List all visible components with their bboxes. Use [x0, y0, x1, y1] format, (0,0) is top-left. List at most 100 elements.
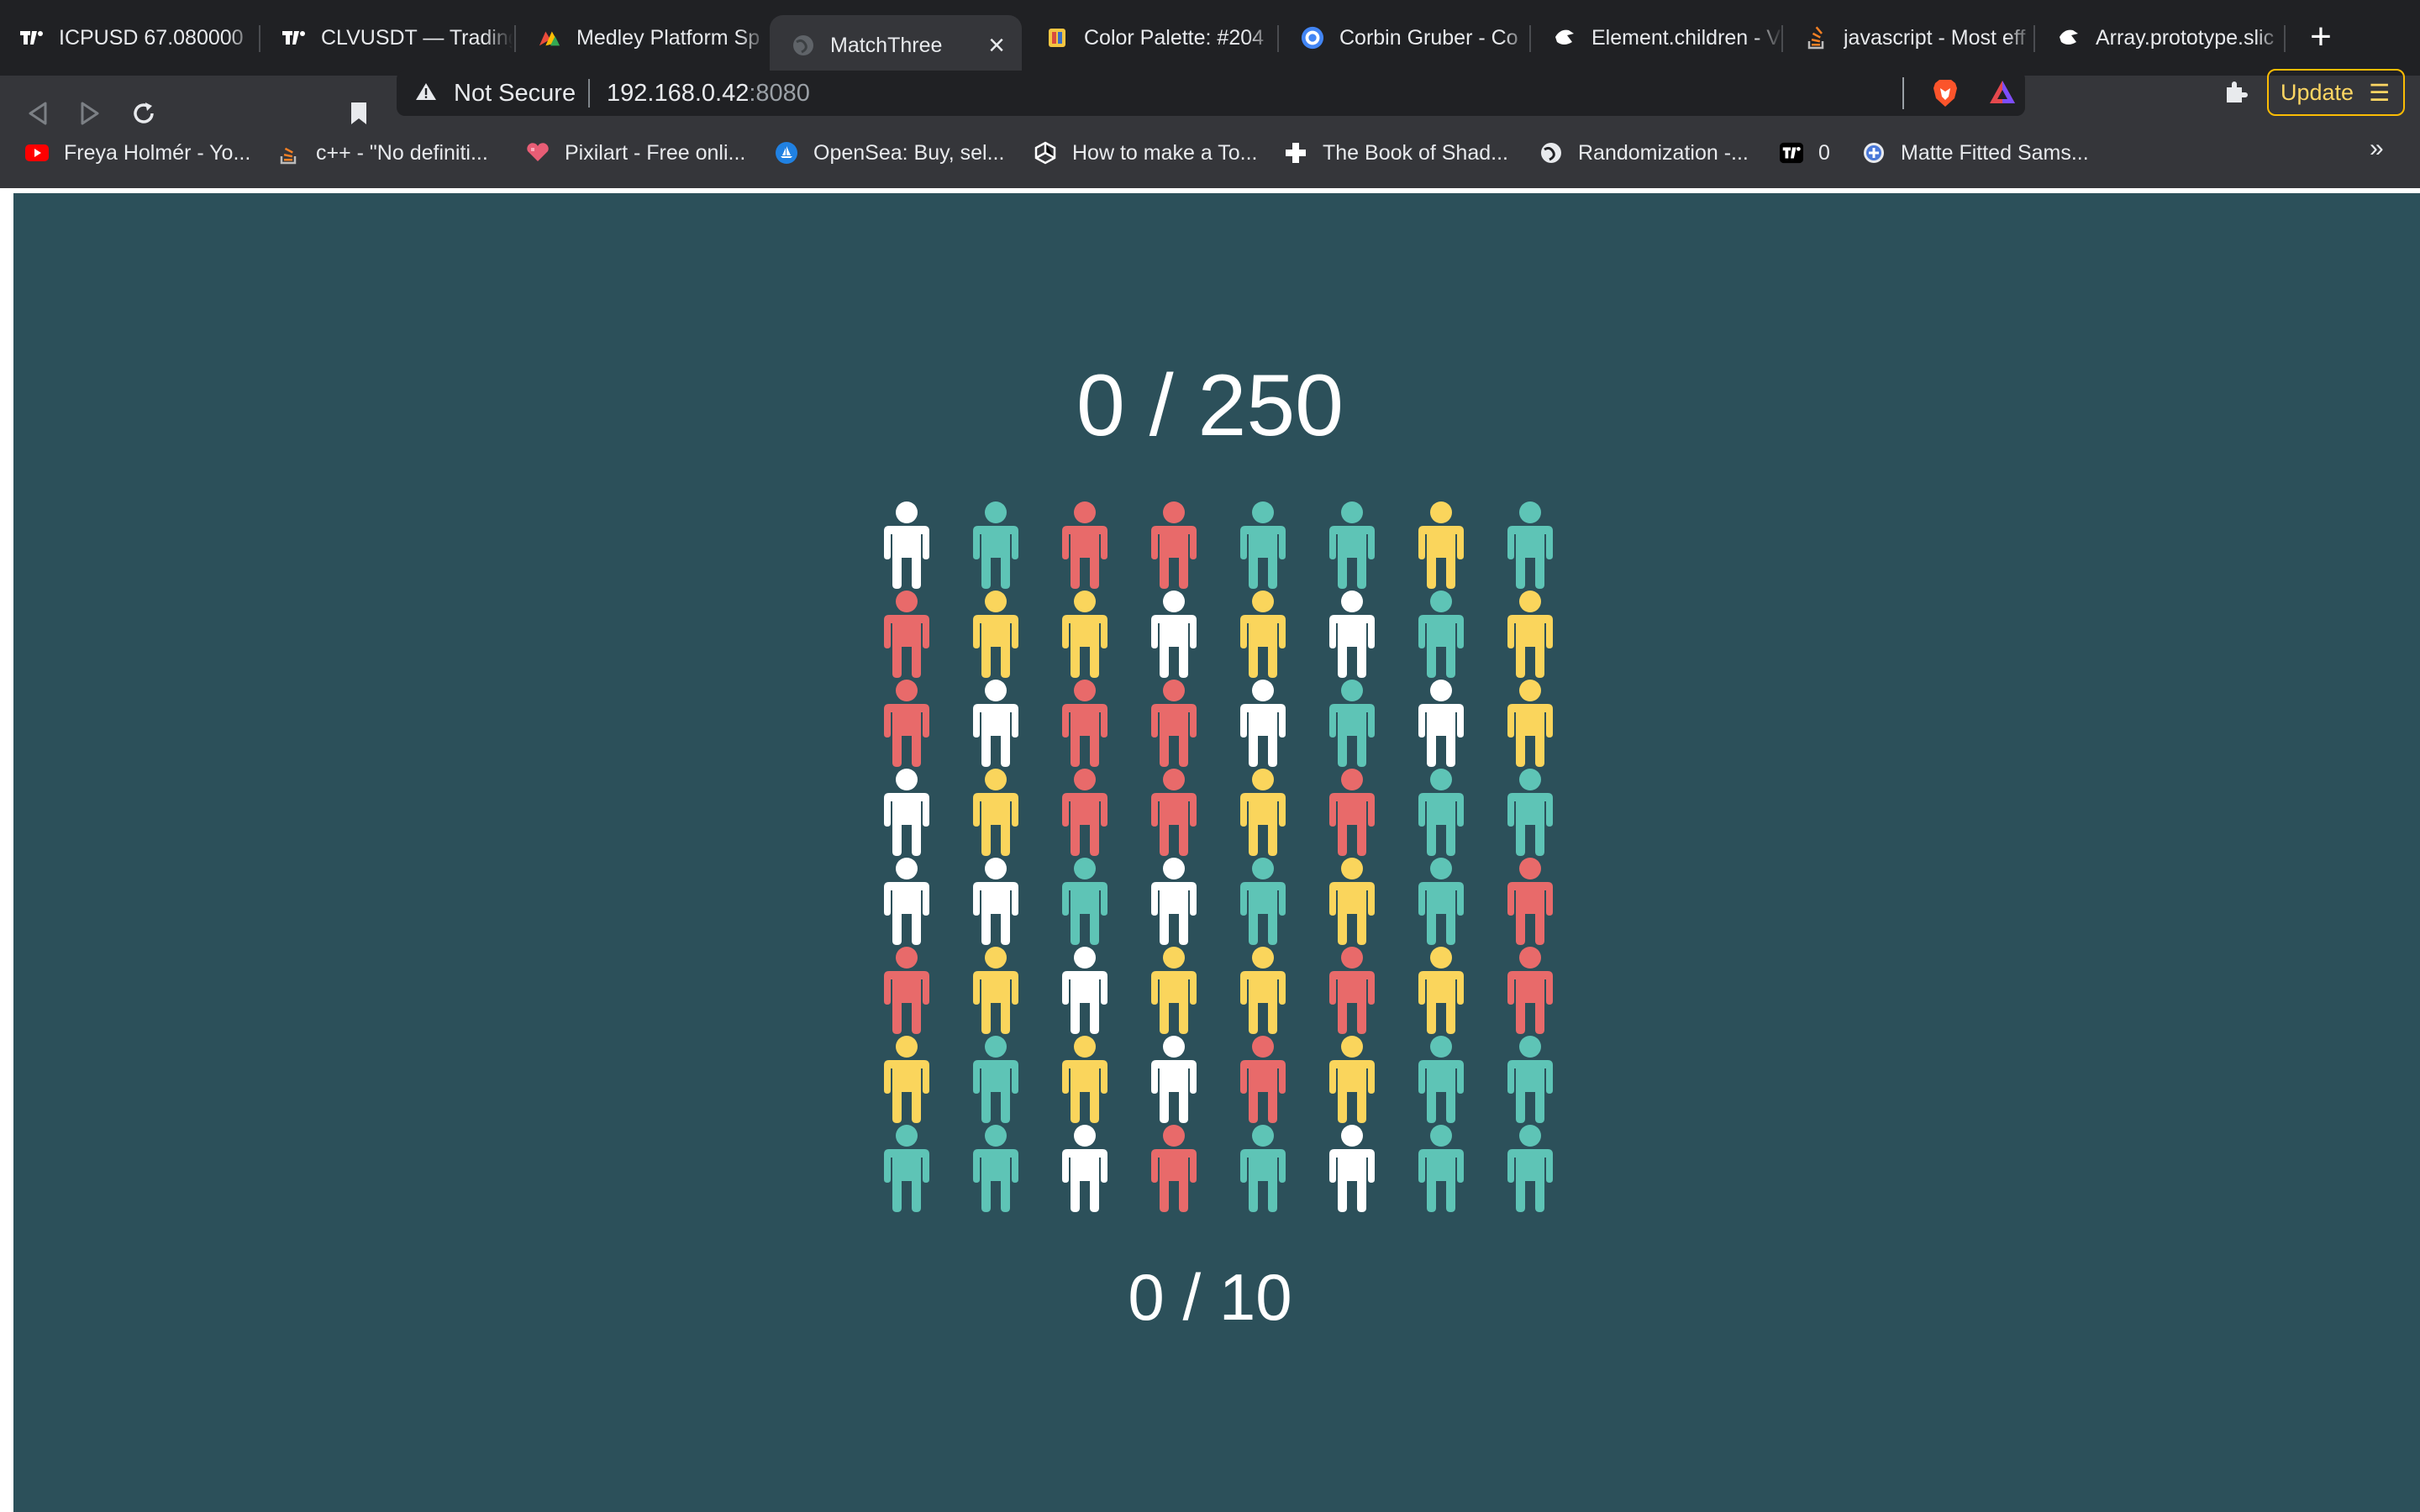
piece-yellow-person[interactable]	[966, 590, 1025, 679]
piece-white-person[interactable]	[1144, 590, 1203, 679]
piece-yellow-person[interactable]	[966, 946, 1025, 1035]
update-button[interactable]: Update ☰	[2267, 69, 2405, 116]
tab-title: Array.prototype.slic	[2096, 25, 2275, 50]
bookmark-item[interactable]: Randomization -...	[1539, 136, 1749, 170]
piece-teal-person[interactable]	[1412, 1035, 1470, 1124]
piece-teal-person[interactable]	[1412, 590, 1470, 679]
piece-yellow-person[interactable]	[1055, 590, 1114, 679]
piece-yellow-person[interactable]	[1055, 1035, 1114, 1124]
piece-white-person[interactable]	[1323, 1124, 1381, 1213]
piece-white-person[interactable]	[1144, 857, 1203, 946]
piece-red-person[interactable]	[877, 590, 936, 679]
piece-yellow-person[interactable]	[966, 768, 1025, 857]
piece-white-person[interactable]	[877, 501, 936, 590]
tab[interactable]: Array.prototype.slic	[2035, 15, 2284, 60]
piece-teal-person[interactable]	[1501, 1035, 1560, 1124]
tab[interactable]: javascript - Most eff	[1783, 15, 2035, 60]
piece-red-person[interactable]	[1055, 501, 1114, 590]
close-icon[interactable]: ×	[988, 29, 1005, 62]
tab[interactable]: ICPUSD 67.080000	[0, 15, 257, 60]
piece-yellow-person[interactable]	[1323, 1035, 1381, 1124]
piece-teal-person[interactable]	[1501, 768, 1560, 857]
tab-active[interactable]: MatchThree ×	[770, 15, 1022, 76]
tab[interactable]: Color Palette: #204	[1023, 15, 1276, 60]
piece-white-person[interactable]	[1144, 1035, 1203, 1124]
piece-red-person[interactable]	[1323, 946, 1381, 1035]
bookmark-item[interactable]: c++ - "No definiti...	[277, 136, 488, 170]
piece-teal-person[interactable]	[1323, 679, 1381, 768]
piece-red-person[interactable]	[877, 679, 936, 768]
piece-yellow-person[interactable]	[877, 1035, 936, 1124]
piece-teal-person[interactable]	[1234, 1124, 1292, 1213]
tab[interactable]: CLVUSDT — Trading	[260, 15, 513, 60]
piece-teal-person[interactable]	[1501, 501, 1560, 590]
bookmark-item[interactable]: Matte Fitted Sams...	[1862, 136, 2089, 170]
piece-red-person[interactable]	[1055, 679, 1114, 768]
piece-red-person[interactable]	[1144, 679, 1203, 768]
more-bookmarks-button[interactable]: »	[2370, 134, 2384, 163]
piece-red-person[interactable]	[1144, 768, 1203, 857]
person-icon	[884, 1125, 929, 1212]
person-icon	[1240, 1125, 1286, 1212]
piece-yellow-person[interactable]	[1323, 857, 1381, 946]
piece-red-person[interactable]	[1501, 857, 1560, 946]
piece-yellow-person[interactable]	[1234, 590, 1292, 679]
piece-teal-person[interactable]	[1412, 857, 1470, 946]
bookmark-item[interactable]: Freya Holmér - Yo...	[25, 136, 250, 170]
bookmark-item[interactable]: Pixilart - Free onli...	[526, 136, 745, 170]
piece-white-person[interactable]	[966, 679, 1025, 768]
piece-teal-person[interactable]	[966, 501, 1025, 590]
piece-teal-person[interactable]	[1412, 1124, 1470, 1213]
tab[interactable]: Element.children - V	[1531, 15, 1783, 60]
piece-red-person[interactable]	[1234, 1035, 1292, 1124]
piece-white-person[interactable]	[1055, 1124, 1114, 1213]
bookmark-item[interactable]: How to make a To...	[1034, 136, 1257, 170]
bookmark-label: Freya Holmér - Yo...	[64, 140, 251, 165]
brave-shields-icon[interactable]	[1931, 78, 1960, 115]
piece-white-person[interactable]	[1323, 590, 1381, 679]
tab-title: ICPUSD 67.080000	[59, 25, 244, 50]
piece-red-person[interactable]	[1144, 1124, 1203, 1213]
piece-yellow-person[interactable]	[1234, 768, 1292, 857]
piece-teal-person[interactable]	[1234, 857, 1292, 946]
person-icon	[1151, 858, 1197, 945]
piece-red-person[interactable]	[877, 946, 936, 1035]
piece-teal-person[interactable]	[877, 1124, 936, 1213]
brave-rewards-icon[interactable]	[1988, 78, 2017, 113]
tab[interactable]: Corbin Gruber - Co	[1279, 15, 1531, 60]
piece-white-person[interactable]	[1412, 679, 1470, 768]
piece-white-person[interactable]	[1055, 946, 1114, 1035]
piece-white-person[interactable]	[877, 857, 936, 946]
bookmark-item[interactable]: The Book of Shad...	[1284, 136, 1508, 170]
security-label[interactable]: Not Secure	[454, 80, 576, 108]
piece-yellow-person[interactable]	[1501, 590, 1560, 679]
piece-teal-person[interactable]	[1323, 501, 1381, 590]
piece-teal-person[interactable]	[966, 1124, 1025, 1213]
piece-white-person[interactable]	[1234, 679, 1292, 768]
piece-teal-person[interactable]	[1501, 1124, 1560, 1213]
piece-teal-person[interactable]	[1055, 857, 1114, 946]
piece-yellow-person[interactable]	[1144, 946, 1203, 1035]
piece-teal-person[interactable]	[1234, 501, 1292, 590]
piece-teal-person[interactable]	[966, 1035, 1025, 1124]
bookmark-item[interactable]: 0	[1780, 136, 1830, 170]
new-tab-button[interactable]: +	[2302, 18, 2339, 55]
person-icon	[884, 1036, 929, 1123]
piece-yellow-person[interactable]	[1412, 501, 1470, 590]
piece-yellow-person[interactable]	[1234, 946, 1292, 1035]
bookmark-item[interactable]: OpenSea: Buy, sel...	[775, 136, 1004, 170]
piece-red-person[interactable]	[1144, 501, 1203, 590]
piece-yellow-person[interactable]	[1501, 679, 1560, 768]
address-bar[interactable]: Not Secure 192.168.0.42:8080	[397, 71, 2025, 116]
piece-red-person[interactable]	[1055, 768, 1114, 857]
extensions-icon[interactable]	[2222, 79, 2249, 113]
piece-white-person[interactable]	[877, 768, 936, 857]
piece-red-person[interactable]	[1501, 946, 1560, 1035]
piece-teal-person[interactable]	[1412, 768, 1470, 857]
tab-title: Corbin Gruber - Co	[1339, 25, 1518, 50]
url-host: 192.168.0.42	[607, 80, 750, 107]
tab[interactable]: Medley Platform Sp	[516, 15, 768, 60]
piece-white-person[interactable]	[966, 857, 1025, 946]
piece-yellow-person[interactable]	[1412, 946, 1470, 1035]
piece-red-person[interactable]	[1323, 768, 1381, 857]
